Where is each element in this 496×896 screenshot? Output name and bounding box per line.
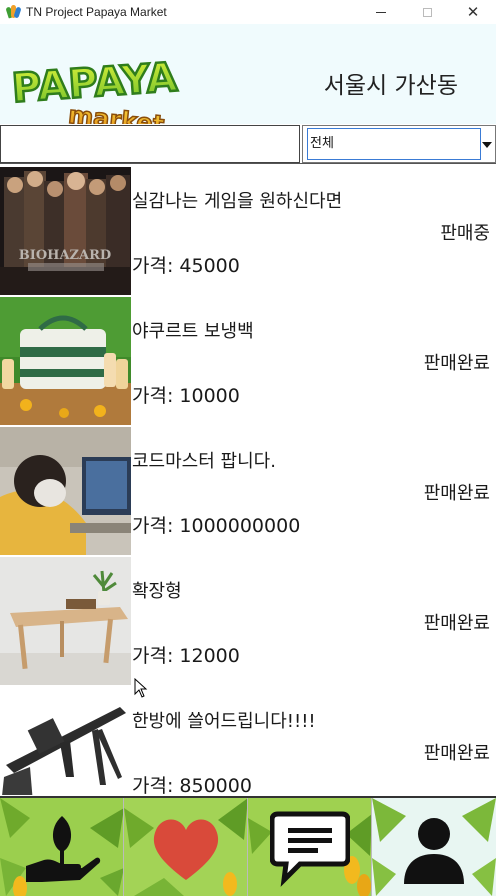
- item-title: 야쿠르트 보냉백: [132, 321, 254, 342]
- mouse-cursor-icon: [134, 678, 148, 698]
- nav-tab-chat[interactable]: [248, 798, 372, 896]
- product-list[interactable]: BIOHAZARD 실감나는 게임을 원하신다면 판매중 가격: 45000 야…: [0, 165, 496, 795]
- close-icon: ✕: [466, 2, 480, 21]
- app-header: PAPAYA market 서울시 가산동: [0, 24, 496, 140]
- minimize-icon: [376, 11, 386, 13]
- nav-tab-home[interactable]: [0, 798, 124, 896]
- product-thumbnail: [0, 427, 131, 555]
- item-title: 실감나는 게임을 원하신다면: [132, 191, 343, 212]
- thumbnail-text: BIOHAZARD: [19, 248, 111, 263]
- maximize-button[interactable]: [404, 0, 450, 24]
- nav-tab-profile[interactable]: [372, 798, 496, 896]
- item-price: 가격: 850000: [132, 775, 252, 795]
- item-price: 가격: 45000: [132, 255, 240, 277]
- product-thumbnail: [0, 687, 131, 795]
- item-title: 코드마스터 팝니다.: [132, 451, 276, 472]
- window-titlebar: TN Project Papaya Market ✕: [0, 0, 496, 24]
- location-label: 서울시 가산동: [323, 73, 458, 99]
- status-label: 판매완료: [423, 743, 490, 764]
- minimize-button[interactable]: [358, 0, 404, 24]
- window-controls: ✕: [358, 0, 496, 24]
- list-item[interactable]: 코드마스터 팝니다. 판매완료 가격: 1000000000: [0, 425, 496, 555]
- product-thumbnail: [0, 297, 131, 425]
- nav-tab-favorites[interactable]: [124, 798, 248, 896]
- maximize-icon: [422, 7, 432, 17]
- category-selected-value: 전체: [307, 128, 481, 160]
- status-label: 판매완료: [423, 353, 490, 374]
- close-button[interactable]: ✕: [450, 0, 496, 24]
- product-thumbnail: BIOHAZARD: [0, 167, 131, 295]
- window-title: TN Project Papaya Market: [26, 5, 167, 19]
- item-price: 가격: 12000: [132, 645, 240, 667]
- status-label: 판매완료: [423, 613, 490, 634]
- item-price: 가격: 1000000000: [132, 515, 301, 537]
- search-bar: 전체: [0, 124, 496, 164]
- bottom-navigation: [0, 796, 496, 896]
- list-item[interactable]: BIOHAZARD 실감나는 게임을 원하신다면 판매중 가격: 45000: [0, 165, 496, 295]
- item-price: 가격: 10000: [132, 385, 240, 407]
- status-label: 판매중: [440, 223, 490, 244]
- list-item[interactable]: 야쿠르트 보냉백 판매완료 가격: 10000: [0, 295, 496, 425]
- search-input[interactable]: [0, 125, 300, 163]
- list-item[interactable]: 한방에 쓸어드립니다!!!! 판매완료 가격: 850000: [0, 685, 496, 795]
- app-icon: [5, 5, 22, 19]
- heart-icon: [153, 819, 219, 880]
- status-label: 판매완료: [423, 483, 490, 504]
- chat-icon: [270, 811, 350, 887]
- list-item[interactable]: 확장형 판매완료 가격: 12000: [0, 555, 496, 685]
- item-title: 한방에 쓸어드립니다!!!!: [132, 711, 316, 732]
- person-icon: [404, 818, 464, 884]
- sprout-hand-icon: [26, 816, 101, 882]
- category-dropdown[interactable]: 전체: [302, 125, 496, 163]
- product-thumbnail: [0, 557, 131, 685]
- item-title: 확장형: [132, 581, 182, 602]
- chevron-down-icon: [482, 142, 492, 148]
